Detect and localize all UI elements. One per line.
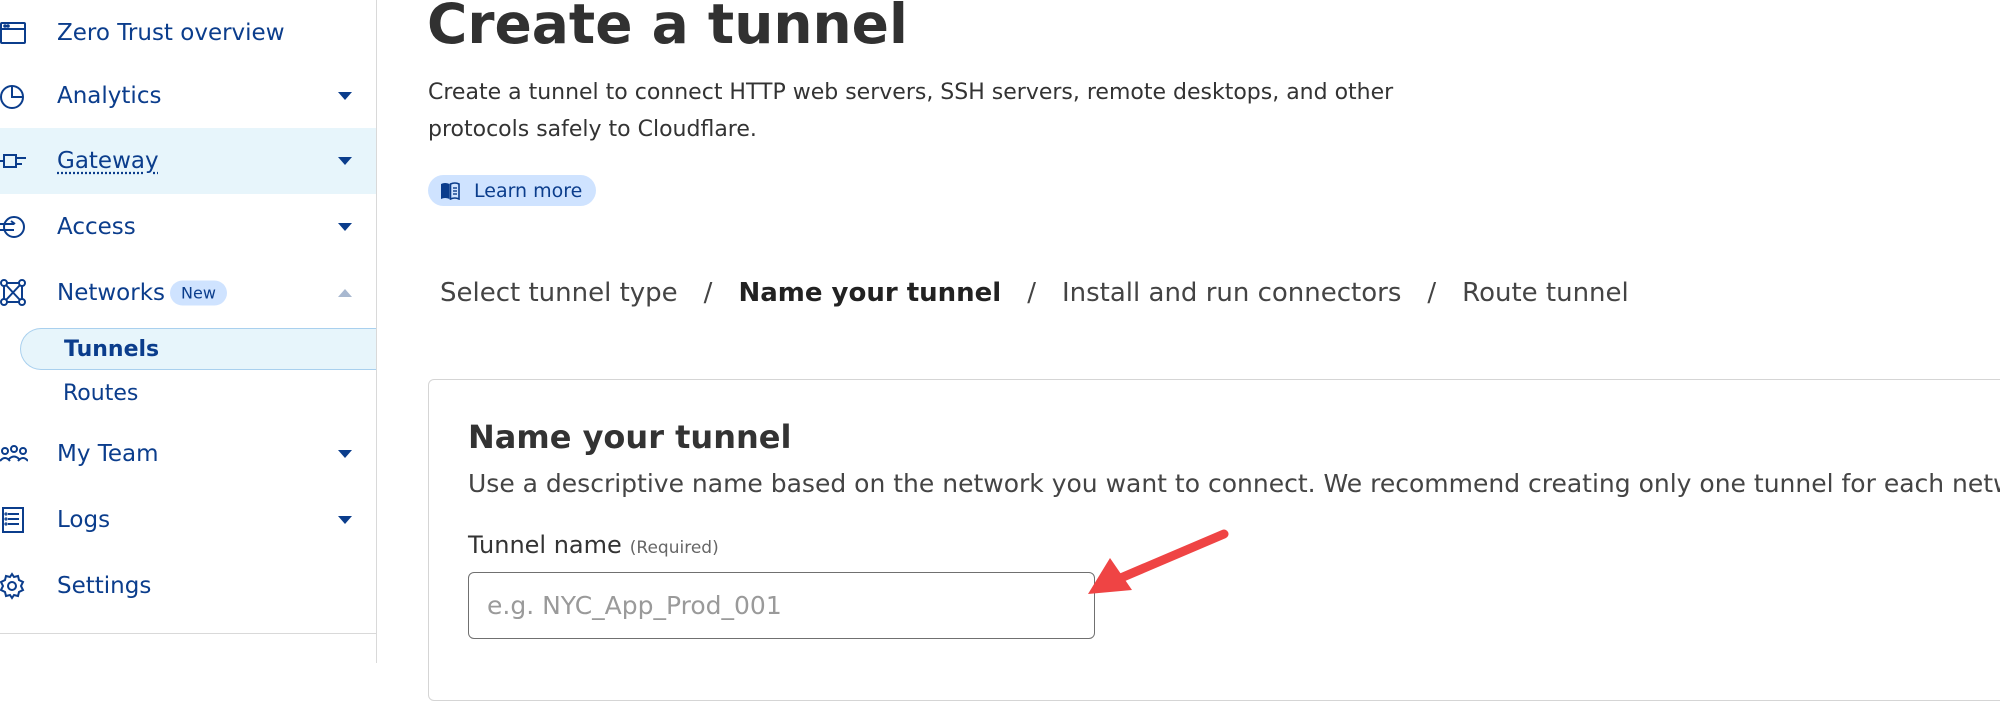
gateway-icon <box>0 147 28 175</box>
tunnel-name-label-text: Tunnel name <box>468 531 622 559</box>
chevron-down-icon[interactable] <box>338 450 352 458</box>
logs-icon <box>0 506 28 534</box>
breadcrumb-separator: / <box>1427 278 1437 308</box>
breadcrumb-step-select-type[interactable]: Select tunnel type <box>440 278 678 308</box>
breadcrumb-step-route-tunnel: Route tunnel <box>1462 278 1629 308</box>
page-description: Create a tunnel to connect HTTP web serv… <box>428 80 1394 142</box>
chevron-down-icon[interactable] <box>338 516 352 524</box>
sidebar-item-label: Zero Trust overview <box>57 20 285 46</box>
access-icon <box>0 213 28 241</box>
card-title: Name your tunnel <box>468 418 792 456</box>
sidebar-subitem-label: Routes <box>63 380 139 406</box>
required-hint: (Required) <box>629 538 719 558</box>
gear-icon <box>0 572 28 600</box>
sidebar: Zero Trust overview Analytics Gateway Ac… <box>0 0 377 663</box>
sidebar-item-label: My Team <box>57 441 159 467</box>
breadcrumb-step-install-connectors: Install and run connectors <box>1061 278 1402 308</box>
sidebar-subitem-routes[interactable]: Routes <box>20 372 376 414</box>
learn-more-button[interactable]: Learn more <box>428 175 597 206</box>
chevron-down-icon[interactable] <box>338 157 352 165</box>
book-icon <box>441 181 460 200</box>
sidebar-item-label: Logs <box>57 507 111 533</box>
main-content: Create a tunnel Create a tunnel to conne… <box>376 0 2000 701</box>
sidebar-item-label: Access <box>57 214 136 240</box>
sidebar-item-label: Networks <box>57 280 166 306</box>
sidebar-item-label: Settings <box>57 573 152 599</box>
tunnel-name-label: Tunnel name (Required) <box>468 531 719 559</box>
breadcrumb-step-name-tunnel: Name your tunnel <box>738 278 1002 308</box>
chevron-up-icon[interactable] <box>338 289 352 297</box>
sidebar-item-label: Analytics <box>57 83 162 109</box>
sidebar-item-logs[interactable]: Logs <box>0 487 376 553</box>
learn-more-label: Learn more <box>474 179 583 202</box>
team-icon <box>0 440 28 468</box>
pie-chart-icon <box>0 82 28 110</box>
breadcrumb-separator: / <box>703 278 713 308</box>
window-icon <box>0 19 28 47</box>
chevron-down-icon[interactable] <box>338 223 352 231</box>
sidebar-item-access[interactable]: Access <box>0 194 376 260</box>
name-tunnel-card: Name your tunnel Use a descriptive name … <box>428 379 2000 701</box>
sidebar-item-my-team[interactable]: My Team <box>0 421 376 487</box>
sidebar-item-networks[interactable]: Networks New <box>0 260 376 326</box>
sidebar-item-label: Gateway <box>57 148 159 174</box>
sidebar-item-settings[interactable]: Settings <box>0 553 376 619</box>
sidebar-item-zero-trust-overview[interactable]: Zero Trust overview <box>0 0 376 66</box>
sidebar-divider <box>0 633 376 634</box>
card-description: Use a descriptive name based on the netw… <box>468 469 2000 498</box>
sidebar-subitem-label: Tunnels <box>64 336 160 362</box>
sidebar-item-gateway[interactable]: Gateway <box>0 128 376 194</box>
page-title: Create a tunnel <box>427 0 908 56</box>
breadcrumb: Select tunnel type / Name your tunnel / … <box>440 278 1629 308</box>
new-badge: New <box>170 280 227 306</box>
tunnel-name-input[interactable] <box>468 572 1095 639</box>
breadcrumb-separator: / <box>1027 278 1036 308</box>
sidebar-subitem-tunnels[interactable]: Tunnels <box>20 328 376 370</box>
network-icon <box>0 279 28 307</box>
chevron-down-icon[interactable] <box>338 92 352 100</box>
sidebar-item-analytics[interactable]: Analytics <box>0 63 376 129</box>
